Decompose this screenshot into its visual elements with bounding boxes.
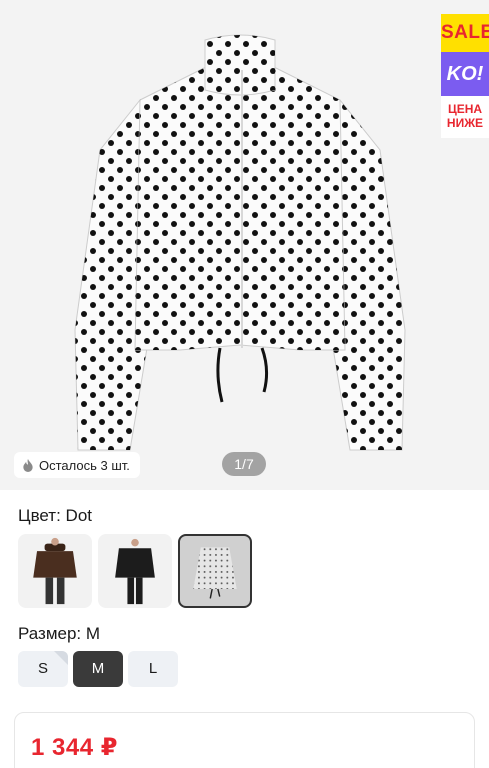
size-option-m[interactable]: M	[73, 651, 123, 687]
promo-sticker: SALE KO! ЦЕНА НИЖЕ	[441, 14, 489, 138]
fire-icon	[23, 458, 33, 472]
promo-price-line1: ЦЕНА	[447, 102, 483, 116]
promo-sale-label: SALE	[441, 14, 489, 52]
size-option-s[interactable]: S	[18, 651, 68, 687]
size-option-m-label: M	[91, 660, 105, 677]
size-options: S M L	[18, 651, 178, 687]
price-value: 1 344 ₽	[31, 734, 118, 761]
size-option-s-label: S	[37, 660, 48, 677]
stock-badge: Осталось 3 шт.	[14, 452, 140, 478]
color-swatch-dot[interactable]	[178, 534, 252, 608]
promo-price-lower: ЦЕНА НИЖЕ	[441, 96, 489, 138]
price-card: 1 344 ₽	[14, 712, 475, 768]
gallery-pager: 1/7	[222, 452, 266, 476]
color-swatch-brown[interactable]	[18, 534, 92, 608]
product-gallery[interactable]: SALE KO! ЦЕНА НИЖЕ Осталось 3 шт. 1/7	[0, 0, 489, 490]
black-jacket-thumbnail	[115, 538, 155, 605]
size-label: Размер: M	[18, 624, 101, 643]
brown-jacket-thumbnail	[33, 537, 77, 605]
color-swatches	[18, 534, 252, 608]
color-swatch-black[interactable]	[98, 534, 172, 608]
promo-ko-label: KO!	[441, 52, 489, 96]
size-option-l[interactable]: L	[128, 651, 178, 687]
stock-text: Осталось 3 шт.	[39, 457, 130, 473]
color-label: Цвет: Dot	[18, 506, 92, 525]
dot-jacket-thumbnail	[193, 547, 237, 599]
size-option-l-label: L	[148, 660, 158, 677]
unavailable-corner-mark	[54, 651, 68, 665]
product-image	[74, 34, 406, 451]
promo-price-line2: НИЖЕ	[446, 116, 484, 130]
